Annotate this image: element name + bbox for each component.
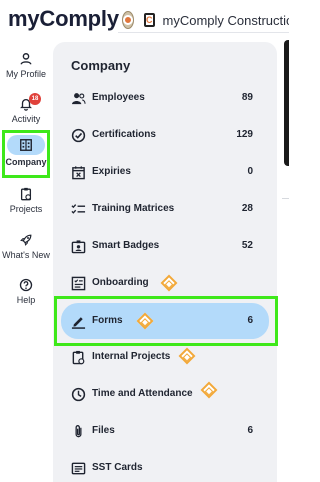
organization-logo-icon: C bbox=[144, 13, 155, 27]
pen-icon bbox=[71, 317, 86, 329]
menu-count: 0 bbox=[247, 166, 253, 177]
menu-count: 129 bbox=[236, 129, 253, 140]
app-window: myComply C myComply Construction My Prof… bbox=[0, 0, 289, 482]
tour-marker-icon[interactable] bbox=[136, 312, 154, 330]
menu-label: Files bbox=[92, 425, 115, 436]
organization-name: myComply Construction bbox=[162, 12, 290, 28]
right-edge-divider bbox=[282, 198, 289, 199]
app-logo[interactable]: myComply bbox=[8, 6, 119, 32]
tour-marker-icon[interactable] bbox=[200, 381, 218, 399]
menu-count: 6 bbox=[247, 315, 253, 326]
menu-label: Time and Attendance bbox=[92, 388, 193, 399]
nav-item-projects[interactable]: Projects bbox=[0, 187, 52, 214]
menu-item-internal-projects[interactable]: Internal Projects bbox=[61, 340, 269, 374]
menu-label: Expiries bbox=[92, 166, 131, 177]
nav-item-activity[interactable]: Activity bbox=[0, 97, 52, 124]
menu-item-smart-badges[interactable]: Smart Badges 52 bbox=[61, 229, 269, 263]
paperclip-icon bbox=[75, 425, 82, 438]
nav-label-help: Help bbox=[16, 295, 36, 305]
tour-marker-icon[interactable] bbox=[160, 274, 178, 292]
top-bar-divider bbox=[118, 32, 289, 33]
menu-count: 28 bbox=[241, 203, 253, 214]
nav-label-projects: Projects bbox=[9, 204, 43, 214]
menu-label: Internal Projects bbox=[92, 351, 171, 362]
checklist-icon bbox=[71, 204, 86, 214]
company-menu-panel: Company Employees 89 Certifications 129 bbox=[53, 42, 277, 482]
nav-label-whats-new: What's New bbox=[2, 250, 50, 260]
menu-label: Onboarding bbox=[92, 277, 149, 288]
menu-item-employees[interactable]: Employees 89 bbox=[61, 81, 269, 115]
id-card-icon bbox=[71, 462, 86, 475]
menu-item-certifications[interactable]: Certifications 129 bbox=[61, 118, 269, 152]
menu-item-sst-cards[interactable]: SST Cards bbox=[61, 451, 269, 482]
menu-item-files[interactable]: Files 6 bbox=[61, 414, 269, 448]
rocket-icon bbox=[20, 234, 32, 246]
building-icon bbox=[20, 139, 32, 151]
menu-label: Employees bbox=[92, 92, 145, 103]
onboarding-icon bbox=[71, 276, 86, 291]
user-avatar[interactable] bbox=[122, 11, 134, 29]
menu-label: SST Cards bbox=[92, 462, 143, 473]
menu-item-forms[interactable]: Forms 6 bbox=[61, 303, 269, 339]
tour-marker-icon[interactable] bbox=[178, 347, 196, 365]
menu-count: 6 bbox=[247, 425, 253, 436]
menu-count: 89 bbox=[241, 92, 253, 103]
badge-icon bbox=[71, 240, 86, 254]
menu-item-training-matrices[interactable]: Training Matrices 28 bbox=[61, 192, 269, 226]
clock-icon bbox=[71, 387, 86, 402]
users-icon bbox=[71, 93, 86, 105]
right-edge-panel bbox=[284, 40, 289, 166]
menu-item-time-and-attendance[interactable]: Time and Attendance bbox=[61, 377, 269, 411]
menu-item-onboarding[interactable]: Onboarding bbox=[61, 266, 269, 300]
top-bar: myComply C myComply Construction bbox=[0, 0, 289, 40]
menu-label: Smart Badges bbox=[92, 240, 160, 251]
activity-count-badge: 18 bbox=[29, 93, 41, 105]
left-navigation: My Profile Activity 18 Company Projects … bbox=[0, 40, 52, 482]
nav-item-company[interactable]: Company bbox=[3, 131, 49, 175]
project-clipboard-icon bbox=[20, 187, 32, 201]
menu-label: Certifications bbox=[92, 129, 156, 140]
menu-label: Training Matrices bbox=[92, 203, 175, 214]
panel-title: Company bbox=[71, 58, 131, 73]
help-icon bbox=[19, 278, 33, 292]
clipboard-icon bbox=[72, 350, 85, 365]
menu-label: Forms bbox=[92, 315, 123, 326]
organization-switcher[interactable]: C myComply Construction bbox=[118, 8, 289, 32]
nav-label-company: Company bbox=[5, 157, 47, 167]
nav-label-activity: Activity bbox=[11, 114, 41, 124]
nav-label-my-profile: My Profile bbox=[5, 69, 46, 79]
calendar-x-icon bbox=[72, 166, 85, 180]
nav-item-whats-new[interactable]: What's New bbox=[0, 233, 52, 260]
check-circle-icon bbox=[71, 128, 86, 143]
menu-count: 52 bbox=[241, 240, 253, 251]
nav-item-my-profile[interactable]: My Profile bbox=[0, 52, 52, 79]
user-icon bbox=[20, 53, 32, 65]
nav-item-help[interactable]: Help bbox=[0, 278, 52, 305]
menu-item-expiries[interactable]: Expiries 0 bbox=[61, 155, 269, 189]
